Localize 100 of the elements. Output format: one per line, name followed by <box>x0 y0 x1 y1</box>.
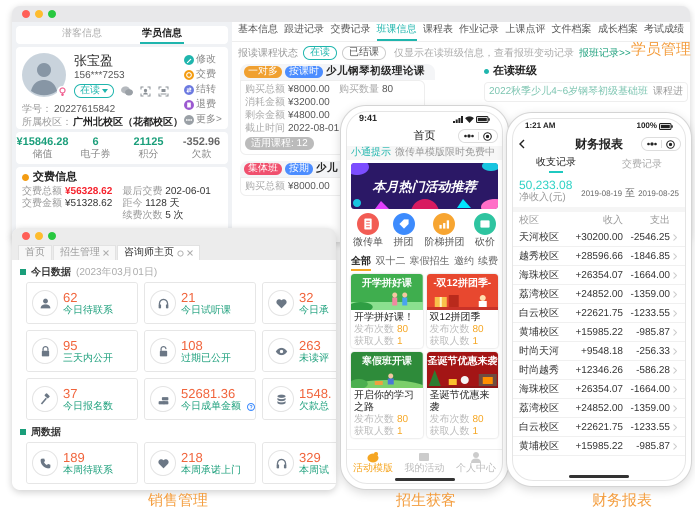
tab[interactable]: 跟进记录 <box>284 21 324 41</box>
stat-value: 21125 <box>134 136 164 148</box>
status-time: 1:21 AM <box>525 120 556 132</box>
column-header: 支出 <box>649 214 670 228</box>
table-cell-text: +24852.00 <box>574 402 623 416</box>
stat-label: 获取人数 <box>354 426 394 438</box>
chevron-icon <box>673 290 677 298</box>
feature-button[interactable]: 拼团 <box>392 213 415 249</box>
avatar <box>22 53 66 97</box>
wifi-icon <box>465 116 474 122</box>
minimize-button[interactable] <box>35 10 43 18</box>
table-cell-text: -1233.55 <box>630 420 670 434</box>
stat-label: 今日待联系 <box>63 304 113 316</box>
id-scan-icon <box>158 86 169 96</box>
feature-button[interactable]: 砍价 <box>474 213 496 249</box>
category-tab[interactable]: 寒假招生 <box>410 253 450 271</box>
eye-icon <box>268 338 294 364</box>
stat-value: 1 <box>397 336 403 348</box>
tab[interactable]: 基本信息 <box>238 21 278 41</box>
filter-chip[interactable]: 已结课 <box>342 46 386 60</box>
chevron-icon <box>673 424 677 430</box>
feature-button[interactable]: 微传单 <box>353 213 383 249</box>
stat-label: 本周待联系 <box>63 464 113 476</box>
caption: 财务报表 <box>592 493 652 509</box>
section-title: 交费信息 <box>33 170 77 186</box>
maximize-button[interactable] <box>48 10 56 18</box>
action-button[interactable]: 更多> <box>184 113 222 127</box>
table-cell-text: -1664.00 <box>630 382 670 396</box>
table-cell-text: 白云校区 <box>519 420 560 434</box>
activity-title: 开学拼好课！ <box>353 312 415 324</box>
stat-value: 189 <box>63 450 86 464</box>
stat-value: 1548. <box>299 386 332 400</box>
caption: 销售管理 <box>148 493 208 509</box>
chevron-icon <box>673 272 677 278</box>
minimize-button[interactable] <box>35 232 43 240</box>
tab[interactable]: 作业记录 <box>459 21 500 41</box>
tab[interactable]: 课程表 <box>422 21 453 41</box>
activity-card[interactable]: 寒假班开课 开启你的学习之路 发布次数 80 获取人数 1 <box>351 352 422 438</box>
stat-label: 发布次数 <box>430 414 470 426</box>
phone-number: 156***7253 <box>74 69 126 82</box>
tab[interactable]: 收支记录 <box>513 155 599 175</box>
battery-level: 100% <box>636 120 657 132</box>
category-tab[interactable]: 邀约 <box>454 253 474 271</box>
category-tab[interactable]: 全部 <box>351 253 371 271</box>
table-cell-text: 荔湾校区 <box>519 288 560 302</box>
battery-icon <box>476 116 490 122</box>
activity-card[interactable]: 圣诞节优惠来袭 圣诞节优惠来袭 发布次数 80 获取人数 1 <box>426 352 498 438</box>
close-button[interactable] <box>22 232 30 240</box>
field-label: 交费总额 <box>22 186 62 198</box>
action-button[interactable]: 结转 <box>184 83 222 97</box>
home-indicator <box>569 474 629 478</box>
chevron-icon <box>673 252 677 260</box>
gender-icon <box>57 86 68 97</box>
tab[interactable]: 学员信息 <box>140 26 184 44</box>
stat-label: 未读评 <box>299 352 329 364</box>
stat-label: 获取人数 <box>354 336 394 348</box>
table-cell-text: +26354.07 <box>574 382 623 396</box>
field-value: ¥8000.00 <box>288 83 330 96</box>
stat-label: 三天内公开 <box>63 352 113 364</box>
capsule-menu[interactable] <box>641 137 681 151</box>
stat-value: 1 <box>472 336 478 348</box>
action-button[interactable]: 退费 <box>184 98 222 112</box>
table-cell-text: 海珠校区 <box>519 268 560 282</box>
tag: 按期 <box>285 163 313 175</box>
capsule-menu[interactable] <box>458 129 498 143</box>
tab[interactable]: 成长档案 <box>598 21 638 41</box>
tab[interactable]: 考试成绩 <box>644 21 684 41</box>
progress-label: 课程进 <box>653 86 683 98</box>
category-tab[interactable]: 续费 <box>478 253 498 271</box>
activity-card[interactable]: 开学拼好课 开学拼好课！ 发布次数 80 获取人数 1 <box>351 274 422 348</box>
tab[interactable]: 交费记录 <box>330 21 370 41</box>
net-income: 50,233.08 <box>519 178 572 192</box>
close-button[interactable] <box>22 10 30 18</box>
action-button[interactable]: 交费 <box>184 68 222 82</box>
category-tab[interactable]: 双十二 <box>375 253 406 271</box>
tab-indicator <box>549 171 563 173</box>
action-button[interactable]: 修改 <box>184 53 222 67</box>
more-icon <box>647 142 657 146</box>
table-cell-text: +22621.75 <box>574 306 623 320</box>
course-count: 适用课程: 12 <box>245 137 314 150</box>
hint-text: 仅显示在读班级信息，查看报班变动记录 <box>394 46 574 60</box>
table-cell-text: +9548.18 <box>580 344 623 358</box>
table-cell-text: +28596.66 <box>574 250 623 264</box>
tab[interactable]: 上课点评 <box>505 21 546 41</box>
tab[interactable]: 咨询师主页 <box>117 245 200 260</box>
feature-button[interactable]: 阶梯拼团 <box>424 213 464 249</box>
column-header: 校区 <box>519 214 540 228</box>
date-text: 2019-08-25 <box>638 188 679 200</box>
field-label: 剩余金额 <box>245 109 285 122</box>
stat-value: 1 <box>397 426 403 438</box>
section-title: 在读班级 <box>493 64 537 79</box>
student-name: 张宝盈 <box>74 53 114 69</box>
tab[interactable]: 文件档案 <box>552 21 592 41</box>
tag: 集体班 <box>244 163 282 175</box>
refresh-icon <box>177 250 184 256</box>
back-button[interactable] <box>519 139 525 149</box>
maximize-button[interactable] <box>48 232 56 240</box>
table-cell-text: 天河校区 <box>519 230 560 244</box>
chevron-icon <box>673 234 677 240</box>
activity-card[interactable]: -双12拼团季- 双12拼团季 发布次数 80 获取人数 1 <box>426 274 498 348</box>
